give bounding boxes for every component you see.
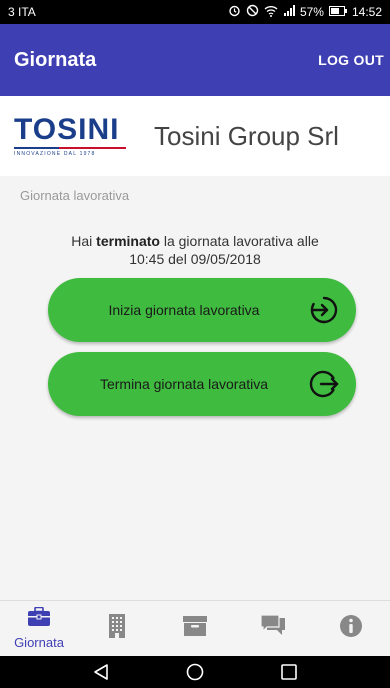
- end-workday-button[interactable]: Termina giornata lavorativa: [48, 352, 356, 416]
- building-icon: [108, 613, 126, 644]
- archive-icon: [182, 615, 208, 642]
- alarm-icon: [228, 4, 241, 20]
- wifi-icon: [264, 5, 278, 20]
- logout-button[interactable]: LOG OUT: [318, 52, 384, 68]
- do-not-disturb-icon: [246, 4, 259, 20]
- page-title: Giornata: [14, 48, 97, 71]
- clock-time: 14:52: [351, 5, 382, 19]
- company-logo: TOSINI INNOVAZIONE DAL 1978: [14, 112, 126, 160]
- company-name: Tosini Group Srl: [154, 120, 339, 151]
- status-icons: 57% 14:52: [228, 4, 382, 20]
- section-label: Giornata lavorativa: [20, 188, 130, 203]
- logo-wordmark: TOSINI: [14, 113, 120, 146]
- start-workday-button[interactable]: Inizia giornata lavorativa: [48, 278, 356, 342]
- logout-arrow-icon: [300, 369, 348, 399]
- tab-messages[interactable]: [238, 614, 308, 643]
- login-arrow-icon: [300, 295, 348, 325]
- app-bar: Giornata LOG OUT: [0, 24, 390, 96]
- status-line-2: 10:45 del 09/05/2018: [129, 251, 261, 267]
- battery-icon: [328, 5, 347, 19]
- status-suffix: la giornata lavorativa alle: [159, 233, 319, 249]
- work-day-status: Hai terminato la giornata lavorativa all…: [0, 232, 390, 268]
- back-icon[interactable]: [89, 660, 113, 684]
- info-icon: [339, 614, 363, 643]
- status-prefix: Hai: [71, 233, 97, 249]
- carrier-label: 3 ITA: [8, 5, 36, 19]
- status-bar: 3 ITA 57% 14:52: [0, 0, 390, 24]
- logo-underline: [14, 147, 126, 149]
- system-navigation-bar: [0, 656, 390, 688]
- tab-giornata[interactable]: Giornata: [4, 606, 74, 650]
- status-line-1: Hai terminato la giornata lavorativa all…: [0, 232, 390, 250]
- tab-info[interactable]: [316, 614, 386, 643]
- start-workday-label: Inizia giornata lavorativa: [108, 302, 260, 318]
- tab-giornata-label: Giornata: [14, 635, 64, 650]
- home-icon[interactable]: [183, 660, 207, 684]
- status-emphasis: terminato: [96, 233, 160, 249]
- bottom-tab-bar: Giornata: [0, 600, 390, 656]
- signal-icon: [283, 5, 295, 19]
- chat-icon: [259, 614, 287, 643]
- tab-building[interactable]: [82, 613, 152, 644]
- battery-percent: 57%: [299, 5, 324, 19]
- briefcase-icon: [27, 606, 51, 632]
- company-header: TOSINI INNOVAZIONE DAL 1978 Tosini Group…: [0, 96, 390, 176]
- recents-icon[interactable]: [277, 660, 301, 684]
- tab-archive[interactable]: [160, 615, 230, 642]
- logo-tagline: INNOVAZIONE DAL 1978: [14, 151, 96, 157]
- end-workday-label: Termina giornata lavorativa: [99, 376, 269, 392]
